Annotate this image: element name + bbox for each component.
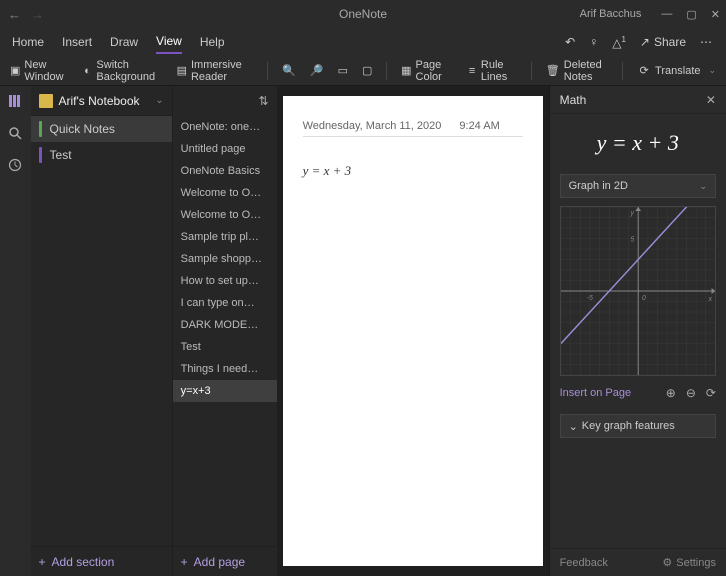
menu-help[interactable]: Help bbox=[200, 31, 225, 53]
page-time: 9:24 AM bbox=[459, 120, 499, 132]
back-button[interactable]: ← bbox=[6, 5, 23, 24]
menu-home[interactable]: Home bbox=[12, 31, 44, 53]
menu-insert[interactable]: Insert bbox=[62, 31, 92, 53]
section-color-bar bbox=[39, 121, 42, 137]
section-item[interactable]: Quick Notes bbox=[31, 116, 172, 142]
add-section-button[interactable]: + Add section bbox=[31, 546, 172, 576]
section-item[interactable]: Test bbox=[31, 142, 172, 168]
fit-page-icon[interactable]: ▢ bbox=[362, 64, 372, 77]
gear-icon: ⚙ bbox=[662, 556, 672, 569]
switch-background-button[interactable]: ◐Switch Background bbox=[83, 59, 163, 83]
view-toolbar: ▣New Window ◐Switch Background ▤Immersiv… bbox=[0, 56, 726, 86]
page-item[interactable]: Sample shopp… bbox=[173, 248, 277, 270]
share-button[interactable]: ↗ Share bbox=[640, 35, 686, 49]
separator bbox=[267, 62, 268, 80]
notebook-name: Arif's Notebook bbox=[59, 94, 140, 108]
more-icon[interactable]: ⋯ bbox=[700, 35, 714, 49]
section-sidebar: Arif's Notebook ⌄ Quick Notes Test + Add … bbox=[31, 86, 172, 576]
title-bar: ← → OneNote Arif Bacchus — ▢ ✕ bbox=[0, 0, 726, 28]
left-rail bbox=[0, 86, 31, 576]
page-item[interactable]: How to set up… bbox=[173, 270, 277, 292]
page-item[interactable]: y=x+3 bbox=[173, 380, 277, 402]
search-icon[interactable] bbox=[6, 124, 24, 142]
rule-lines-button[interactable]: ≡Rule Lines bbox=[467, 59, 517, 83]
undo-icon[interactable]: ↶ bbox=[565, 35, 575, 49]
deleted-notes-button[interactable]: 🗑Deleted Notes bbox=[546, 59, 609, 83]
menu-draw[interactable]: Draw bbox=[110, 31, 138, 53]
menu-bar: Home Insert Draw View Help ↶ ♀ △1 ↗ Shar… bbox=[0, 28, 726, 56]
zoom-out-icon[interactable]: ⊖ bbox=[686, 386, 696, 400]
math-equation: y = x + 3 bbox=[550, 114, 726, 174]
svg-text:0: 0 bbox=[642, 295, 646, 302]
separator bbox=[531, 62, 532, 80]
svg-text:y: y bbox=[629, 210, 634, 217]
page-item[interactable]: Things I need… bbox=[173, 358, 277, 380]
page-item[interactable]: Welcome to O… bbox=[173, 182, 277, 204]
page-item[interactable]: OneNote: one… bbox=[173, 116, 277, 138]
chevron-down-icon: ⌄ bbox=[569, 420, 578, 433]
page-item[interactable]: Sample trip pl… bbox=[173, 226, 277, 248]
notebook-icon bbox=[39, 94, 53, 108]
page-item[interactable]: Test bbox=[173, 336, 277, 358]
insert-on-page-button[interactable]: Insert on Page bbox=[560, 387, 632, 399]
bell-icon[interactable]: △1 bbox=[612, 35, 626, 50]
add-page-button[interactable]: + Add page bbox=[173, 546, 277, 576]
chevron-down-icon: ⌄ bbox=[699, 181, 707, 192]
zoom-in-icon[interactable]: ⊕ bbox=[666, 386, 676, 400]
new-window-button[interactable]: ▣New Window bbox=[10, 59, 69, 83]
svg-text:5: 5 bbox=[630, 236, 634, 243]
immersive-reader-button[interactable]: ▤Immersive Reader bbox=[177, 59, 254, 83]
translate-button[interactable]: ⟳Translate⌄ bbox=[637, 64, 716, 78]
graph-dropdown[interactable]: Graph in 2D ⌄ bbox=[560, 174, 716, 198]
page-canvas: Wednesday, March 11, 2020 9:24 AM y = x … bbox=[277, 86, 549, 576]
minimize-button[interactable]: — bbox=[661, 8, 672, 21]
plus-icon: + bbox=[181, 555, 188, 569]
zoom-in-icon[interactable]: 🔎 bbox=[310, 64, 324, 77]
page-item[interactable]: OneNote Basics bbox=[173, 160, 277, 182]
page-width-icon[interactable]: ▭ bbox=[338, 64, 348, 77]
separator bbox=[386, 62, 387, 80]
page-list: ⇅ OneNote: one…Untitled pageOneNote Basi… bbox=[172, 86, 277, 576]
page-item[interactable]: DARK MODE… bbox=[173, 314, 277, 336]
page-paper[interactable]: Wednesday, March 11, 2020 9:24 AM y = x … bbox=[283, 96, 543, 566]
notebooks-icon[interactable] bbox=[6, 92, 24, 110]
section-color-bar bbox=[39, 147, 42, 163]
notebook-selector[interactable]: Arif's Notebook ⌄ bbox=[31, 86, 172, 116]
page-item[interactable]: I can type on… bbox=[173, 292, 277, 314]
page-equation[interactable]: y = x + 3 bbox=[303, 163, 523, 179]
close-window-button[interactable]: ✕ bbox=[711, 8, 720, 21]
svg-text:x: x bbox=[707, 296, 712, 303]
user-name[interactable]: Arif Bacchus bbox=[580, 8, 642, 20]
app-title: OneNote bbox=[339, 7, 387, 21]
sort-icon[interactable]: ⇅ bbox=[259, 94, 269, 108]
reset-icon[interactable]: ⟳ bbox=[706, 386, 716, 400]
math-panel: Math ✕ y = x + 3 Graph in 2D ⌄ -5 0 5 y x In… bbox=[549, 86, 726, 576]
svg-text:-5: -5 bbox=[587, 295, 593, 302]
close-icon[interactable]: ✕ bbox=[706, 93, 716, 107]
feedback-link[interactable]: Feedback bbox=[560, 557, 608, 569]
page-item[interactable]: Untitled page bbox=[173, 138, 277, 160]
math-panel-title: Math bbox=[560, 93, 587, 107]
page-item[interactable]: Welcome to O… bbox=[173, 204, 277, 226]
chevron-down-icon: ⌄ bbox=[155, 95, 163, 106]
graph-2d[interactable]: -5 0 5 y x bbox=[560, 206, 716, 376]
key-graph-features-button[interactable]: ⌄ Key graph features bbox=[560, 414, 716, 438]
maximize-button[interactable]: ▢ bbox=[686, 8, 696, 21]
separator bbox=[622, 62, 623, 80]
menu-view[interactable]: View bbox=[156, 30, 182, 54]
section-label: Quick Notes bbox=[50, 122, 115, 136]
lightbulb-icon[interactable]: ♀ bbox=[589, 35, 598, 49]
plus-icon: + bbox=[39, 555, 46, 569]
forward-button[interactable]: → bbox=[29, 5, 46, 24]
zoom-out-icon[interactable]: 🔍 bbox=[282, 64, 296, 77]
settings-button[interactable]: ⚙ Settings bbox=[662, 556, 716, 569]
page-date: Wednesday, March 11, 2020 bbox=[303, 120, 442, 132]
page-color-button[interactable]: ▦Page Color bbox=[401, 59, 453, 83]
recent-icon[interactable] bbox=[6, 156, 24, 174]
section-label: Test bbox=[50, 148, 72, 162]
page-date-row: Wednesday, March 11, 2020 9:24 AM bbox=[303, 120, 523, 137]
